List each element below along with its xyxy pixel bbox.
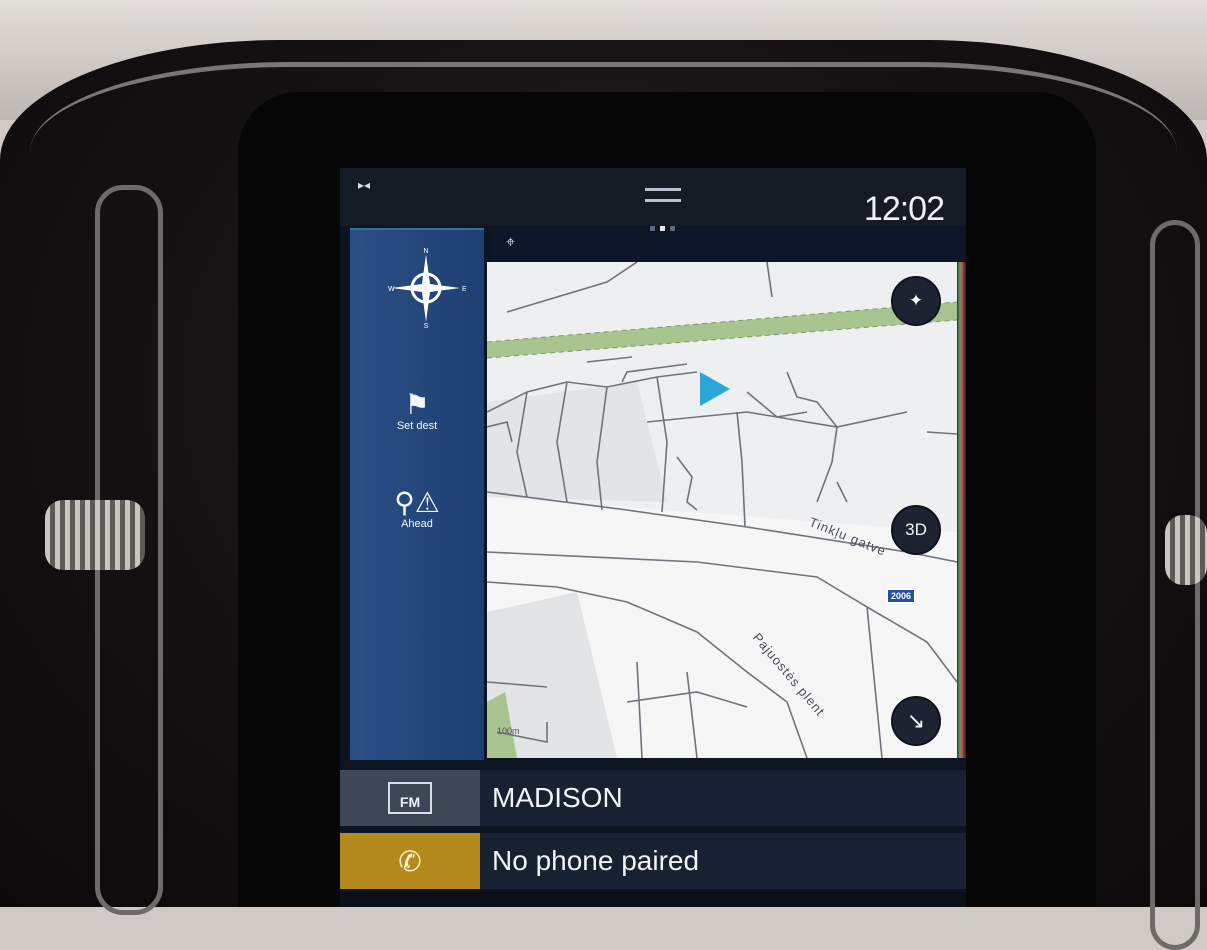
compass-icon: ✦	[908, 291, 924, 310]
road-number-badge: 2006	[887, 589, 916, 603]
compass-w: W	[388, 286, 395, 293]
phone-icon-cell: ✆	[340, 833, 480, 889]
clock: 12:02	[863, 190, 945, 228]
map-header-bar: ⌖	[492, 232, 966, 262]
north-up-compass-button[interactable]: ✦	[891, 276, 941, 326]
view-3d-label: 3D	[905, 520, 927, 539]
page-dot	[670, 226, 675, 231]
recenter-icon[interactable]: ⌖	[506, 234, 515, 252]
poi-warning-icon: ⚲⚠	[394, 487, 440, 518]
radio-icon-cell: FM	[340, 770, 480, 826]
compass-n: N	[423, 248, 428, 255]
route-arrow-button[interactable]: ↘	[891, 696, 941, 746]
phone-tile[interactable]: ✆ No phone paired	[340, 833, 966, 889]
map-roads	[487, 262, 957, 758]
ahead-button[interactable]: ⚲⚠ Ahead	[350, 487, 484, 531]
page-dot	[650, 226, 655, 231]
navigation-sidebar: N S W E ⚑ Set dest ⚲⚠ Ahead	[350, 228, 484, 760]
phone-icon: ✆	[398, 845, 422, 877]
fm-label: FM	[399, 794, 421, 810]
page-indicator	[650, 226, 675, 231]
vent-knob-left	[45, 500, 145, 570]
arrow-down-right-icon: ↘	[906, 708, 926, 733]
page-dot-active	[660, 226, 665, 231]
fm-radio-icon: FM	[388, 782, 432, 814]
phone-status: No phone paired	[492, 845, 700, 876]
status-bar: ▸◂ 12:02	[340, 168, 966, 228]
compass-rose-icon[interactable]: N S W E	[386, 248, 466, 328]
station-name: MADISON	[492, 782, 623, 813]
set-destination-button[interactable]: ⚑ Set dest	[350, 389, 484, 433]
bottom-strip	[340, 892, 966, 907]
signal-icon: ▸◂	[358, 178, 371, 192]
compass-e: E	[462, 286, 466, 293]
map-scale: 100m	[497, 726, 520, 736]
set-destination-label: Set dest	[396, 420, 438, 432]
view-3d-button[interactable]: 3D	[891, 505, 941, 555]
pull-down-handle-icon[interactable]	[645, 188, 681, 202]
ahead-label: Ahead	[401, 518, 433, 530]
infotainment-screen: ▸◂ 12:02 N S W E ⚑ Set dest ⚲⚠ Ahead ⌖ T…	[340, 168, 966, 907]
compass-s: S	[424, 323, 429, 328]
vent-knob-right	[1165, 515, 1207, 585]
checkered-flag-icon: ⚑	[404, 389, 430, 420]
media-tile[interactable]: FM MADISON	[340, 770, 966, 826]
air-vent-right	[1150, 220, 1200, 950]
map-edge-strip	[957, 262, 966, 758]
navigation-map[interactable]: Tinkļu gatve Pajuostės plent 2006 100m ✦…	[487, 262, 957, 758]
